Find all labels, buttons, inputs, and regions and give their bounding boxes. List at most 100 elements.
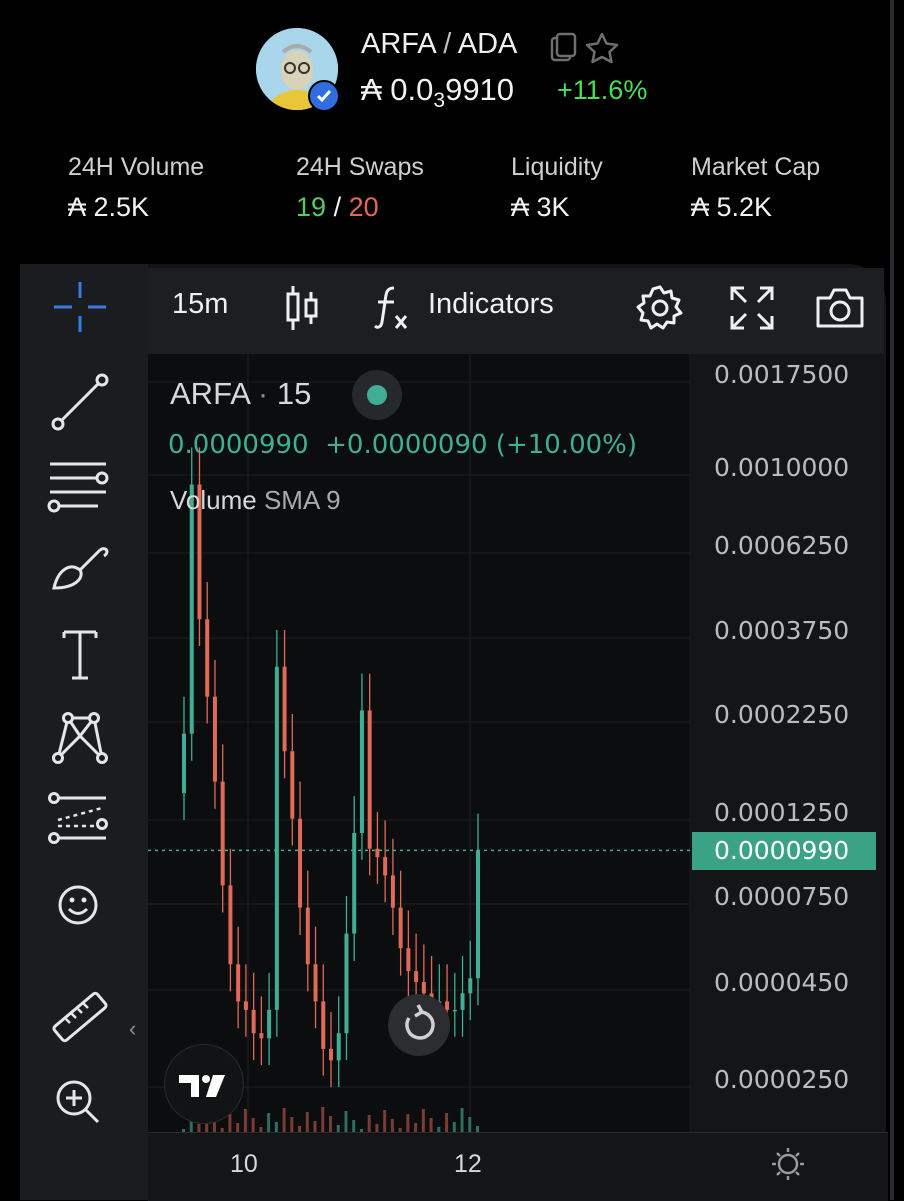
candle: [414, 971, 419, 982]
price-change: +11.6%: [557, 75, 648, 105]
candle: [267, 1009, 272, 1039]
brush-icon[interactable]: [44, 540, 116, 602]
series-legend: ARFA · 15: [170, 376, 311, 412]
volume-bar: [267, 1113, 271, 1132]
volume-bar: [336, 1125, 340, 1132]
ruler-icon[interactable]: [44, 986, 116, 1048]
volume-bar: [429, 1118, 433, 1132]
indicators-button[interactable]: Indicators: [428, 288, 554, 321]
candle: [352, 833, 357, 934]
reset-chart-button[interactable]: [388, 994, 450, 1056]
candle: [398, 907, 403, 949]
price-prefix: ₳ 0.0: [361, 72, 434, 107]
price-digits: 9910: [445, 72, 515, 107]
volume-bar: [236, 1123, 240, 1132]
candle-type-icon[interactable]: [282, 284, 322, 332]
volume-bar: [274, 1122, 278, 1132]
price-tick-1: 0.0010000: [714, 453, 850, 482]
settings-gear-icon[interactable]: [636, 284, 684, 332]
volume-bar: [390, 1119, 394, 1132]
volume-bar: [452, 1122, 456, 1132]
forecast-icon[interactable]: [44, 790, 116, 852]
candle: [421, 982, 426, 994]
price-tick-2: 0.0006250: [714, 531, 850, 560]
function-icon[interactable]: [372, 284, 412, 332]
candle: [182, 733, 186, 794]
token-symbol: ARFA: [361, 28, 436, 60]
copy-icon[interactable]: [550, 32, 577, 62]
ohlc-legend: 0.0000990 +0.0000090 (+10.00%): [168, 430, 637, 460]
volume-bar: [421, 1109, 425, 1132]
fib-lines-icon[interactable]: [44, 456, 116, 518]
stat-liquidity: Liquidity ₳ 3K: [511, 153, 603, 223]
trend-line-icon[interactable]: [44, 372, 116, 434]
stat-market-cap-label: Market Cap: [691, 153, 821, 181]
pair-separator: /: [443, 28, 452, 60]
volume-bar: [344, 1111, 348, 1132]
camera-icon[interactable]: [814, 284, 866, 332]
interval-selector[interactable]: 15m: [172, 288, 228, 321]
stat-swaps-value: 19 / 20: [296, 192, 424, 223]
volume-bar: [468, 1117, 472, 1132]
emoji-icon[interactable]: [44, 874, 116, 936]
stat-swaps: 24H Swaps 19 / 20: [296, 153, 424, 223]
legend-interval: 15: [276, 376, 312, 411]
quote-symbol: ADA: [457, 28, 518, 60]
swaps-separator: /: [333, 192, 342, 222]
volume-bar: [352, 1120, 356, 1132]
volume-bar: [243, 1109, 247, 1132]
volume-bar: [305, 1112, 309, 1132]
reset-icon: [405, 1004, 435, 1040]
stat-liquidity-value: ₳ 3K: [511, 192, 570, 222]
volume-bar: [197, 1124, 201, 1132]
candle: [476, 850, 480, 979]
candle: [336, 1033, 341, 1061]
pattern-icon[interactable]: [44, 706, 116, 768]
candle: [305, 907, 310, 965]
candle: [236, 964, 241, 1002]
candle: [243, 1001, 248, 1010]
fullscreen-icon[interactable]: [728, 284, 776, 332]
legend-change: +0.0000090: [325, 430, 488, 460]
volume-sma-label: SMA 9: [263, 485, 341, 515]
crosshair-icon[interactable]: [44, 276, 116, 338]
candle: [298, 818, 303, 908]
candle: [212, 696, 217, 782]
live-indicator[interactable]: [352, 370, 402, 420]
price-tick-6: 0.0000750: [714, 882, 850, 911]
text-tool-icon[interactable]: [44, 624, 116, 686]
candle: [383, 857, 388, 876]
volume-bar: [414, 1123, 418, 1132]
volume-bar: [313, 1121, 317, 1132]
swaps-sells: 20: [348, 192, 379, 222]
volume-bar: [367, 1115, 371, 1132]
candle: [259, 1033, 264, 1039]
stat-market-cap-value: ₳ 5.2K: [691, 192, 773, 222]
collapse-toolbar-chevron-icon[interactable]: ‹: [129, 1016, 136, 1042]
candle: [344, 933, 349, 1034]
time-tick-10: 10: [230, 1150, 258, 1178]
current-price: ₳ 0.039910: [361, 72, 514, 113]
candle: [205, 619, 210, 697]
stat-volume-label: 24H Volume: [68, 153, 205, 181]
stat-liquidity-label: Liquidity: [511, 153, 603, 181]
price-tick-7: 0.0000450: [714, 968, 850, 997]
star-icon[interactable]: [585, 32, 619, 64]
candle: [406, 948, 411, 972]
candle: [251, 1009, 256, 1034]
time-tick-12: 12: [454, 1150, 482, 1178]
price-tick-5: 0.0001250: [714, 798, 850, 827]
stat-volume-value: ₳ 2.5K: [68, 192, 150, 222]
chart-settings-icon[interactable]: [770, 1146, 806, 1182]
candle: [228, 885, 233, 965]
stat-volume: 24H Volume ₳ 2.5K: [68, 153, 204, 223]
zoom-in-icon[interactable]: [44, 1070, 116, 1132]
tradingview-logo-icon[interactable]: [164, 1044, 244, 1124]
volume-legend[interactable]: Volume SMA 9: [170, 485, 341, 516]
price-tick-0: 0.0017500: [714, 360, 850, 389]
candle: [329, 1048, 333, 1061]
candle: [189, 484, 194, 734]
legend-last: 0.0000990: [168, 430, 309, 460]
candle: [321, 1001, 326, 1049]
price-tick-8: 0.0000250: [714, 1065, 850, 1094]
